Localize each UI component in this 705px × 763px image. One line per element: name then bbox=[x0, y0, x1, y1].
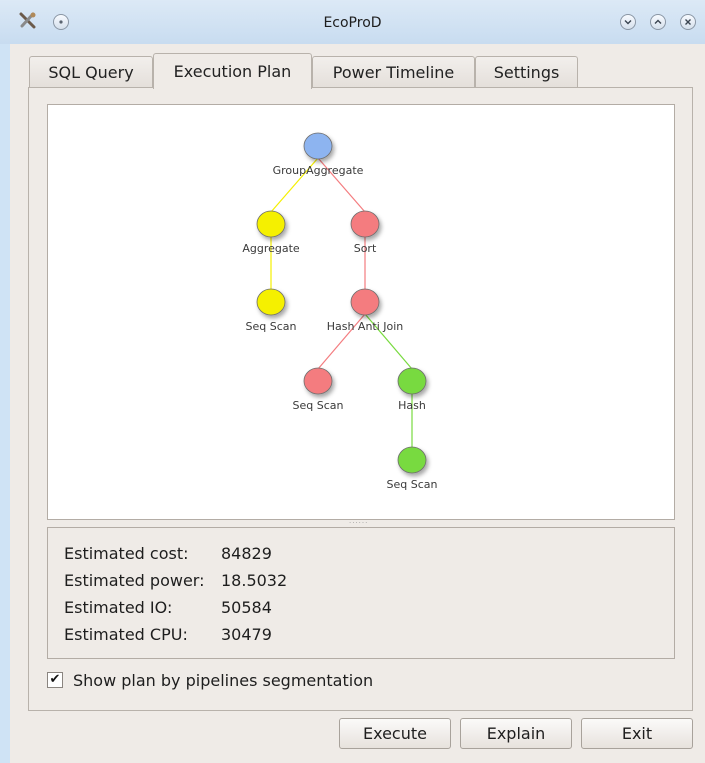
plan-node-label: Hash bbox=[398, 399, 426, 412]
minimize-button[interactable] bbox=[620, 14, 636, 30]
estimated-cpu-label: Estimated CPU: bbox=[64, 625, 188, 644]
plan-node-label: Hash Anti Join bbox=[327, 320, 404, 333]
plan-node[interactable] bbox=[256, 288, 286, 316]
tab-execution-plan[interactable]: Execution Plan bbox=[153, 53, 312, 89]
maximize-button[interactable] bbox=[650, 14, 666, 30]
plan-node[interactable] bbox=[303, 367, 333, 395]
tab-settings[interactable]: Settings bbox=[475, 56, 578, 88]
estimated-io-label: Estimated IO: bbox=[64, 598, 173, 617]
plan-nodes: GroupAggregate Aggregate Sort Seq Scan Hash … bbox=[242, 132, 438, 491]
explain-button[interactable]: Explain bbox=[460, 718, 572, 749]
plan-node[interactable] bbox=[256, 210, 286, 238]
estimated-power-value: 18.5032 bbox=[221, 571, 288, 590]
plan-graph-canvas[interactable]: GroupAggregate Aggregate Sort Seq Scan Hash … bbox=[47, 104, 675, 520]
pipelines-checkbox-label: Show plan by pipelines segmentation bbox=[73, 671, 374, 690]
plan-node-label: Seq Scan bbox=[293, 399, 344, 412]
splitter-handle[interactable]: ······ bbox=[349, 520, 373, 527]
plan-node-label: Aggregate bbox=[242, 242, 300, 255]
estimates-panel: Estimated cost: 84829 Estimated power: 1… bbox=[47, 527, 675, 659]
plan-node-label: GroupAggregate bbox=[273, 164, 364, 177]
plan-node[interactable] bbox=[350, 288, 380, 316]
estimated-io-value: 50584 bbox=[221, 598, 272, 617]
close-button[interactable] bbox=[680, 14, 696, 30]
estimated-cpu-value: 30479 bbox=[221, 625, 272, 644]
plan-node-label: Seq Scan bbox=[387, 478, 438, 491]
window-title: EcoProD bbox=[323, 15, 382, 31]
plan-graph: GroupAggregate Aggregate Sort Seq Scan Hash … bbox=[242, 132, 438, 491]
execute-button[interactable]: Execute bbox=[339, 718, 451, 749]
plan-node-label: Sort bbox=[354, 242, 377, 255]
estimated-power-label: Estimated power: bbox=[64, 571, 205, 590]
estimated-cost-value: 84829 bbox=[221, 544, 272, 563]
plan-node[interactable] bbox=[303, 132, 333, 160]
plan-node-label: Seq Scan bbox=[246, 320, 297, 333]
plan-node[interactable] bbox=[350, 210, 380, 238]
tab-sql-query[interactable]: SQL Query bbox=[29, 56, 153, 88]
plan-node[interactable] bbox=[397, 446, 427, 474]
plan-node[interactable] bbox=[397, 367, 427, 395]
pipelines-checkbox[interactable]: ✔ bbox=[47, 672, 63, 688]
estimated-cost-label: Estimated cost: bbox=[64, 544, 189, 563]
title-bar: EcoProD bbox=[0, 0, 705, 44]
exit-button[interactable]: Exit bbox=[581, 718, 693, 749]
tab-power-timeline[interactable]: Power Timeline bbox=[312, 56, 475, 88]
